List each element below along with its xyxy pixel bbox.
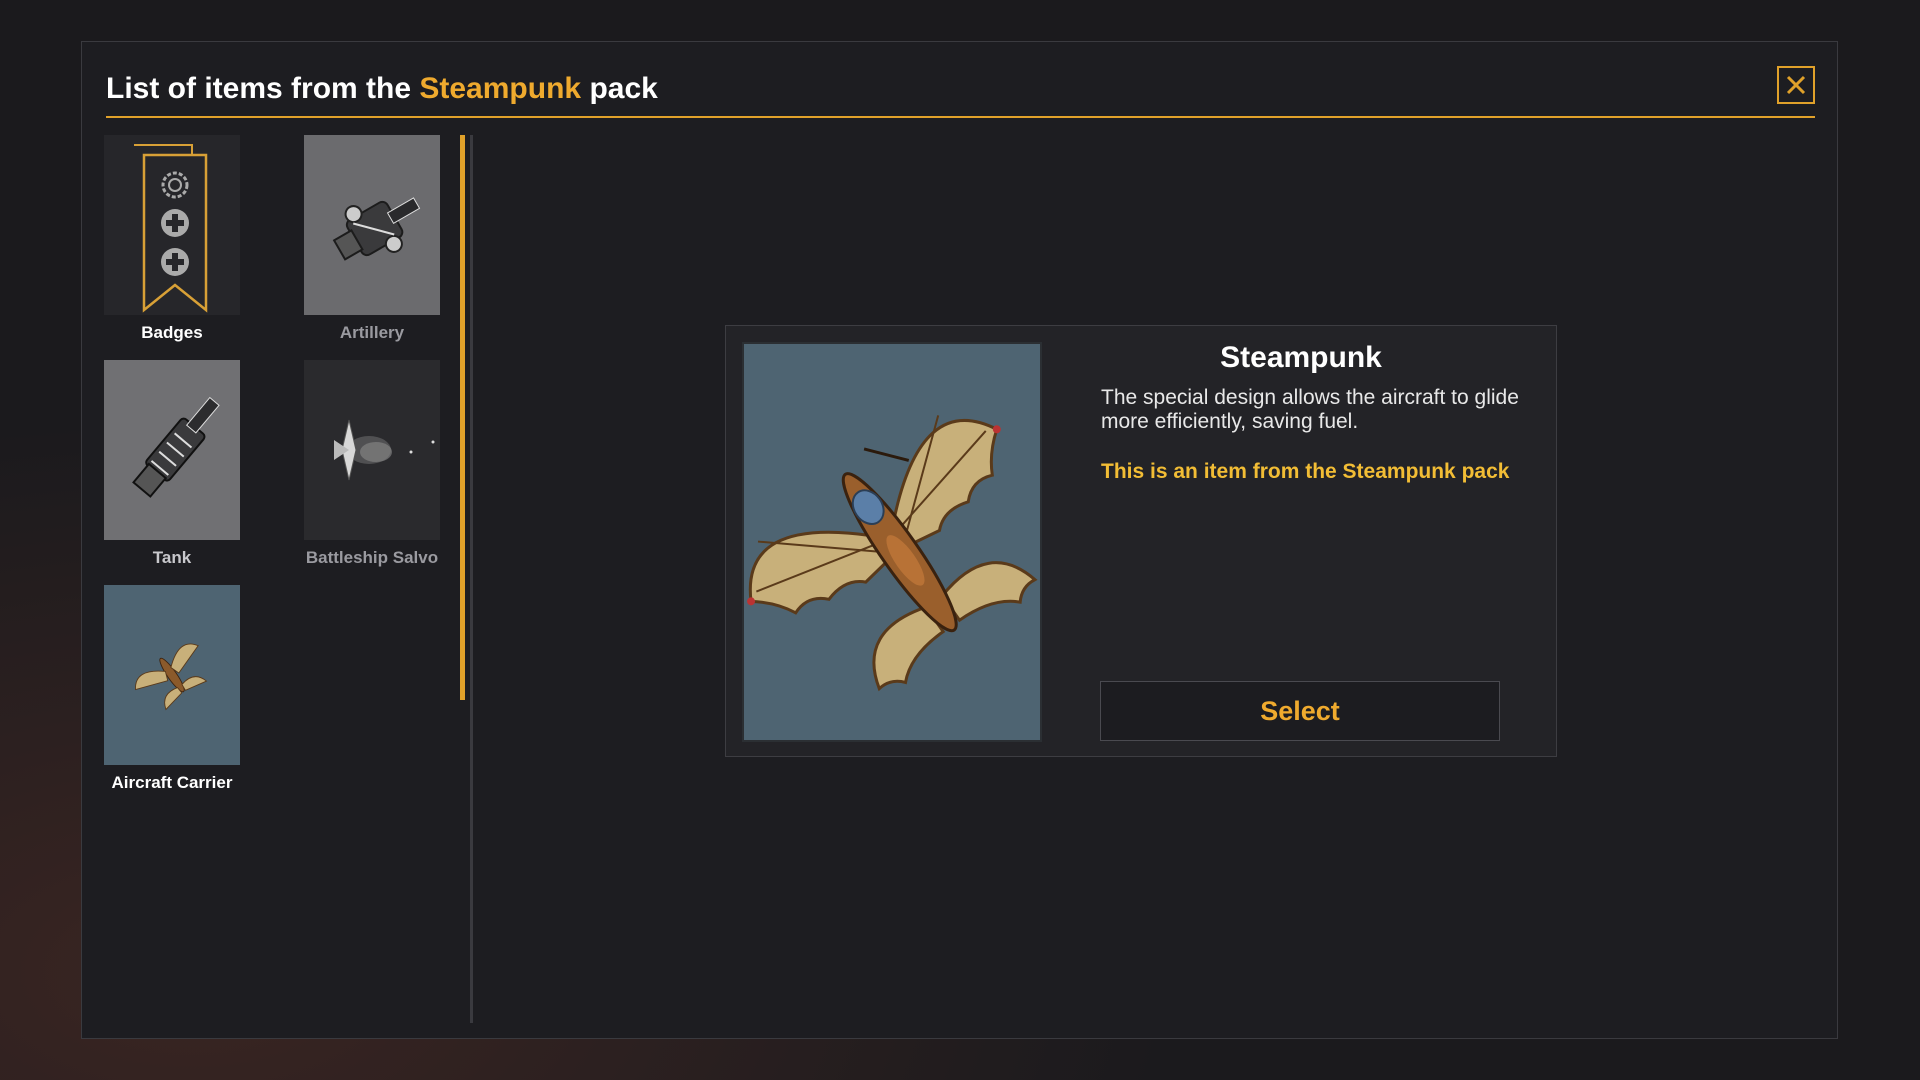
- items-dialog: List of items from the Steampunk pack Ba…: [81, 41, 1838, 1039]
- artillery-icon: [304, 135, 440, 315]
- dialog-title: List of items from the Steampunk pack: [106, 72, 658, 106]
- scrollbar-thumb[interactable]: [460, 135, 465, 700]
- title-pack-name: Steampunk: [419, 72, 582, 105]
- title-suffix: pack: [589, 72, 658, 105]
- item-preview-image: [742, 342, 1042, 742]
- close-icon: [1786, 75, 1806, 95]
- select-button[interactable]: Select: [1100, 681, 1500, 741]
- item-label: Battleship Salvo: [305, 548, 439, 567]
- scrollbar-track[interactable]: [470, 135, 473, 1023]
- item-tile-tank[interactable]: Tank: [104, 360, 240, 568]
- tank-icon: [104, 360, 240, 540]
- item-tile-aircraft-carrier[interactable]: Aircraft Carrier: [104, 585, 240, 793]
- item-label: Aircraft Carrier: [111, 773, 233, 792]
- item-tile-badges[interactable]: Badges: [104, 135, 240, 343]
- item-tile-battleship-salvo[interactable]: Battleship Salvo: [304, 360, 440, 568]
- steampunk-aircraft-icon: [747, 415, 1038, 692]
- dialog-header: List of items from the Steampunk pack: [106, 66, 1815, 118]
- item-description: The special design allows the aircraft t…: [1101, 386, 1519, 433]
- item-label: Badges: [141, 323, 203, 342]
- badges-ribbon-icon: [104, 135, 240, 315]
- item-tile-artillery[interactable]: Artillery: [304, 135, 440, 343]
- item-label: Artillery: [339, 323, 405, 342]
- item-title: Steampunk: [1220, 341, 1382, 374]
- steampunk-aircraft-icon: [104, 585, 240, 765]
- title-prefix: List of items from the: [106, 72, 412, 105]
- battleship-salvo-icon: [304, 360, 440, 540]
- pack-note: This is an item from the Steampunk pack: [1101, 460, 1510, 483]
- item-detail-card: Steampunk The special design allows the …: [725, 325, 1557, 757]
- item-label: Tank: [152, 548, 192, 567]
- close-button[interactable]: [1777, 66, 1815, 104]
